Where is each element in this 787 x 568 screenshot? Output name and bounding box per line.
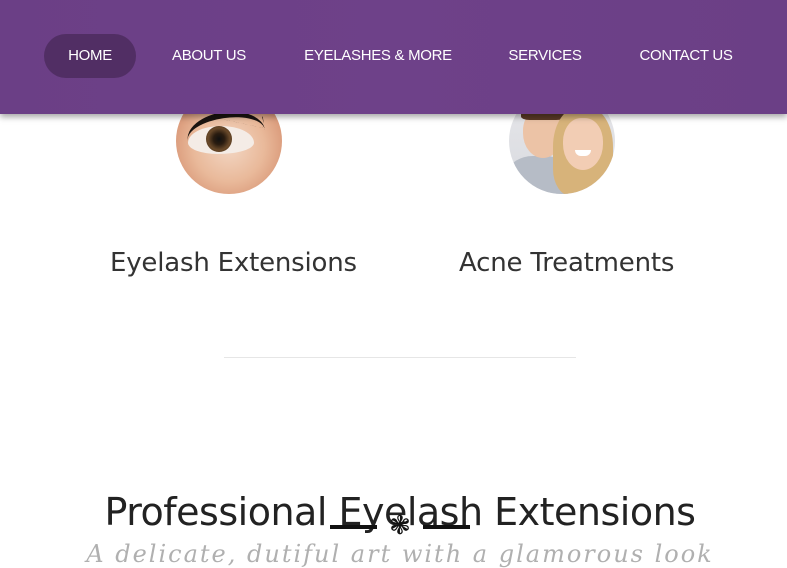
section-subtitle: A delicate, dutiful art with a glamorous… <box>86 540 714 568</box>
woman-face <box>563 118 603 170</box>
nav-services[interactable]: SERVICES <box>504 34 586 78</box>
nav-contact-us[interactable]: CONTACT US <box>632 34 740 78</box>
ornament-line-right <box>423 525 470 529</box>
service-title-eyelash[interactable]: Eyelash Extensions <box>110 248 357 278</box>
section-divider <box>224 357 576 358</box>
nav-home[interactable]: HOME <box>44 34 136 78</box>
main-navbar: HOME ABOUT US EYELASHES & MORE SERVICES … <box>0 0 787 114</box>
nav-eyelashes-more[interactable]: EYELASHES & MORE <box>298 34 458 78</box>
ornament-line-left <box>330 525 377 529</box>
flower-ornament-icon: ❃ <box>389 511 411 541</box>
nav-about-us[interactable]: ABOUT US <box>166 34 252 78</box>
service-title-acne[interactable]: Acne Treatments <box>459 248 674 278</box>
